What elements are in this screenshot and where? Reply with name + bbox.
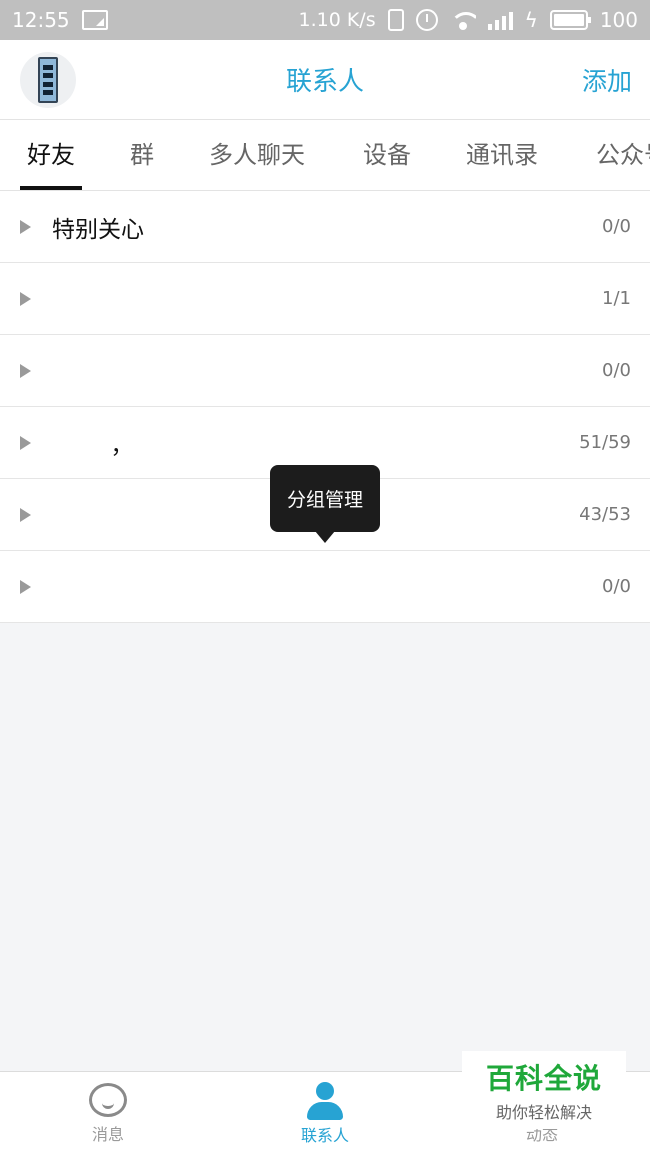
header: 联系人 添加 [0,40,650,120]
charging-icon: ϟ [524,8,538,32]
expand-arrow-icon [20,580,31,594]
nav-label: 联系人 [300,1126,349,1145]
tab-friends[interactable]: 好友 [20,120,82,190]
battery-level: 100 [599,8,638,32]
group-row[interactable]: 1/1 [0,263,650,335]
status-bar: 12:55 1.10 K/s ϟ 100 [0,0,650,40]
tab-multi-chat[interactable]: 多人聊天 [209,120,305,190]
image-notification-icon [81,10,108,30]
friend-group-list: 特别关心 0/0 1/1 0/0 ， 51/59 43/53 0/0 [0,191,650,623]
nav-contacts[interactable]: 联系人 [265,1072,385,1155]
group-name: ， [52,432,134,459]
add-button[interactable]: 添加 [582,62,632,98]
vibrate-icon [387,9,404,31]
wifi-icon [449,10,476,30]
tab-groups[interactable]: 群 [130,120,154,190]
group-count: 1/1 [602,288,631,309]
expand-arrow-icon [20,508,31,522]
group-count: 51/59 [579,432,631,453]
nav-messages[interactable]: 消息 [48,1072,168,1155]
signal-icon [487,10,513,30]
group-count: 0/0 [602,576,631,597]
battery-icon [549,10,591,30]
status-time: 12:55 [12,8,70,32]
page-title: 联系人 [285,67,364,97]
contact-tabs: 好友 群 多人聊天 设备 通讯录 公众号 [0,120,650,191]
avatar[interactable] [20,52,76,108]
nav-label: 消息 [91,1125,124,1144]
person-icon [305,1082,345,1120]
group-count: 0/0 [602,360,631,381]
status-icons: 1.10 K/s ϟ 100 [299,8,639,32]
group-row[interactable]: 特别关心 0/0 [0,191,650,263]
network-speed: 1.10 K/s [298,9,376,31]
chat-bubble-icon [89,1083,127,1117]
expand-arrow-icon [20,292,31,306]
group-row[interactable]: 0/0 [0,551,650,623]
watermark-subtitle: 助你轻松解决 [495,1103,592,1122]
group-manage-tooltip[interactable]: 分组管理 [270,465,380,543]
group-count: 43/53 [579,504,631,525]
tab-official-accounts[interactable]: 公众号 [596,120,650,190]
tooltip-label: 分组管理 [286,489,363,511]
watermark: 百科全说 助你轻松解决 [462,1051,626,1129]
alarm-icon [415,9,438,31]
expand-arrow-icon [20,436,31,450]
book-avatar-icon [38,57,58,103]
group-count: 0/0 [602,216,631,237]
tab-devices[interactable]: 设备 [363,120,411,190]
group-name: 特别关心 [52,216,144,243]
tab-address-book[interactable]: 通讯录 [466,120,538,190]
expand-arrow-icon [20,364,31,378]
watermark-title: 百科全说 [485,1062,602,1095]
group-row[interactable]: 0/0 [0,335,650,407]
expand-arrow-icon [20,220,31,234]
